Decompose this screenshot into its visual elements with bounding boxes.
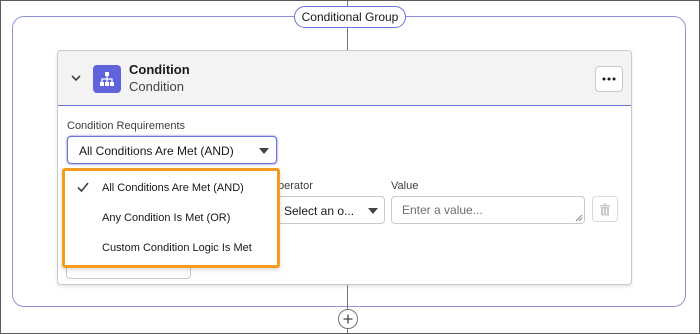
add-element-button[interactable]	[338, 309, 358, 329]
condition-requirements-select[interactable]: All Conditions Are Met (AND)	[67, 136, 277, 164]
value-input[interactable]	[391, 196, 585, 224]
caret-down-icon	[368, 208, 378, 214]
delete-condition-button[interactable]	[592, 196, 618, 222]
flow-connector-bottom	[347, 285, 348, 309]
dropdown-option-label: All Conditions Are Met (AND)	[102, 182, 244, 194]
plus-icon	[343, 314, 353, 324]
chevron-down-icon[interactable]	[69, 71, 83, 85]
dropdown-option[interactable]: Any Condition Is Met (OR)	[65, 203, 277, 233]
flow-connector-end	[347, 329, 348, 334]
condition-card-header: Condition Condition	[58, 51, 631, 106]
more-horizontal-icon	[602, 77, 616, 81]
checkmark-icon	[77, 182, 89, 193]
hierarchy-icon	[93, 65, 121, 93]
condition-requirements-dropdown: All Conditions Are Met (AND) Any Conditi…	[62, 168, 280, 268]
dropdown-option-label: Custom Condition Logic Is Met	[102, 242, 252, 254]
conditional-group-label[interactable]: Conditional Group	[294, 6, 406, 28]
operator-select[interactable]: Select an o...	[263, 196, 385, 224]
trash-icon	[600, 203, 610, 215]
condition-requirements-value: All Conditions Are Met (AND)	[79, 144, 234, 158]
dropdown-option-label: Any Condition Is Met (OR)	[102, 212, 231, 224]
condition-subtitle: Condition	[129, 79, 184, 94]
dropdown-option[interactable]: Custom Condition Logic Is Met	[65, 233, 277, 263]
condition-requirements-label: Condition Requirements	[67, 120, 186, 132]
caret-down-icon	[259, 148, 269, 154]
condition-title: Condition	[129, 62, 190, 77]
more-actions-button[interactable]	[595, 66, 623, 92]
operator-label: perator	[278, 180, 313, 192]
value-label: Value	[391, 180, 419, 192]
operator-value: Select an o...	[284, 204, 355, 218]
dropdown-option[interactable]: All Conditions Are Met (AND)	[65, 173, 277, 203]
